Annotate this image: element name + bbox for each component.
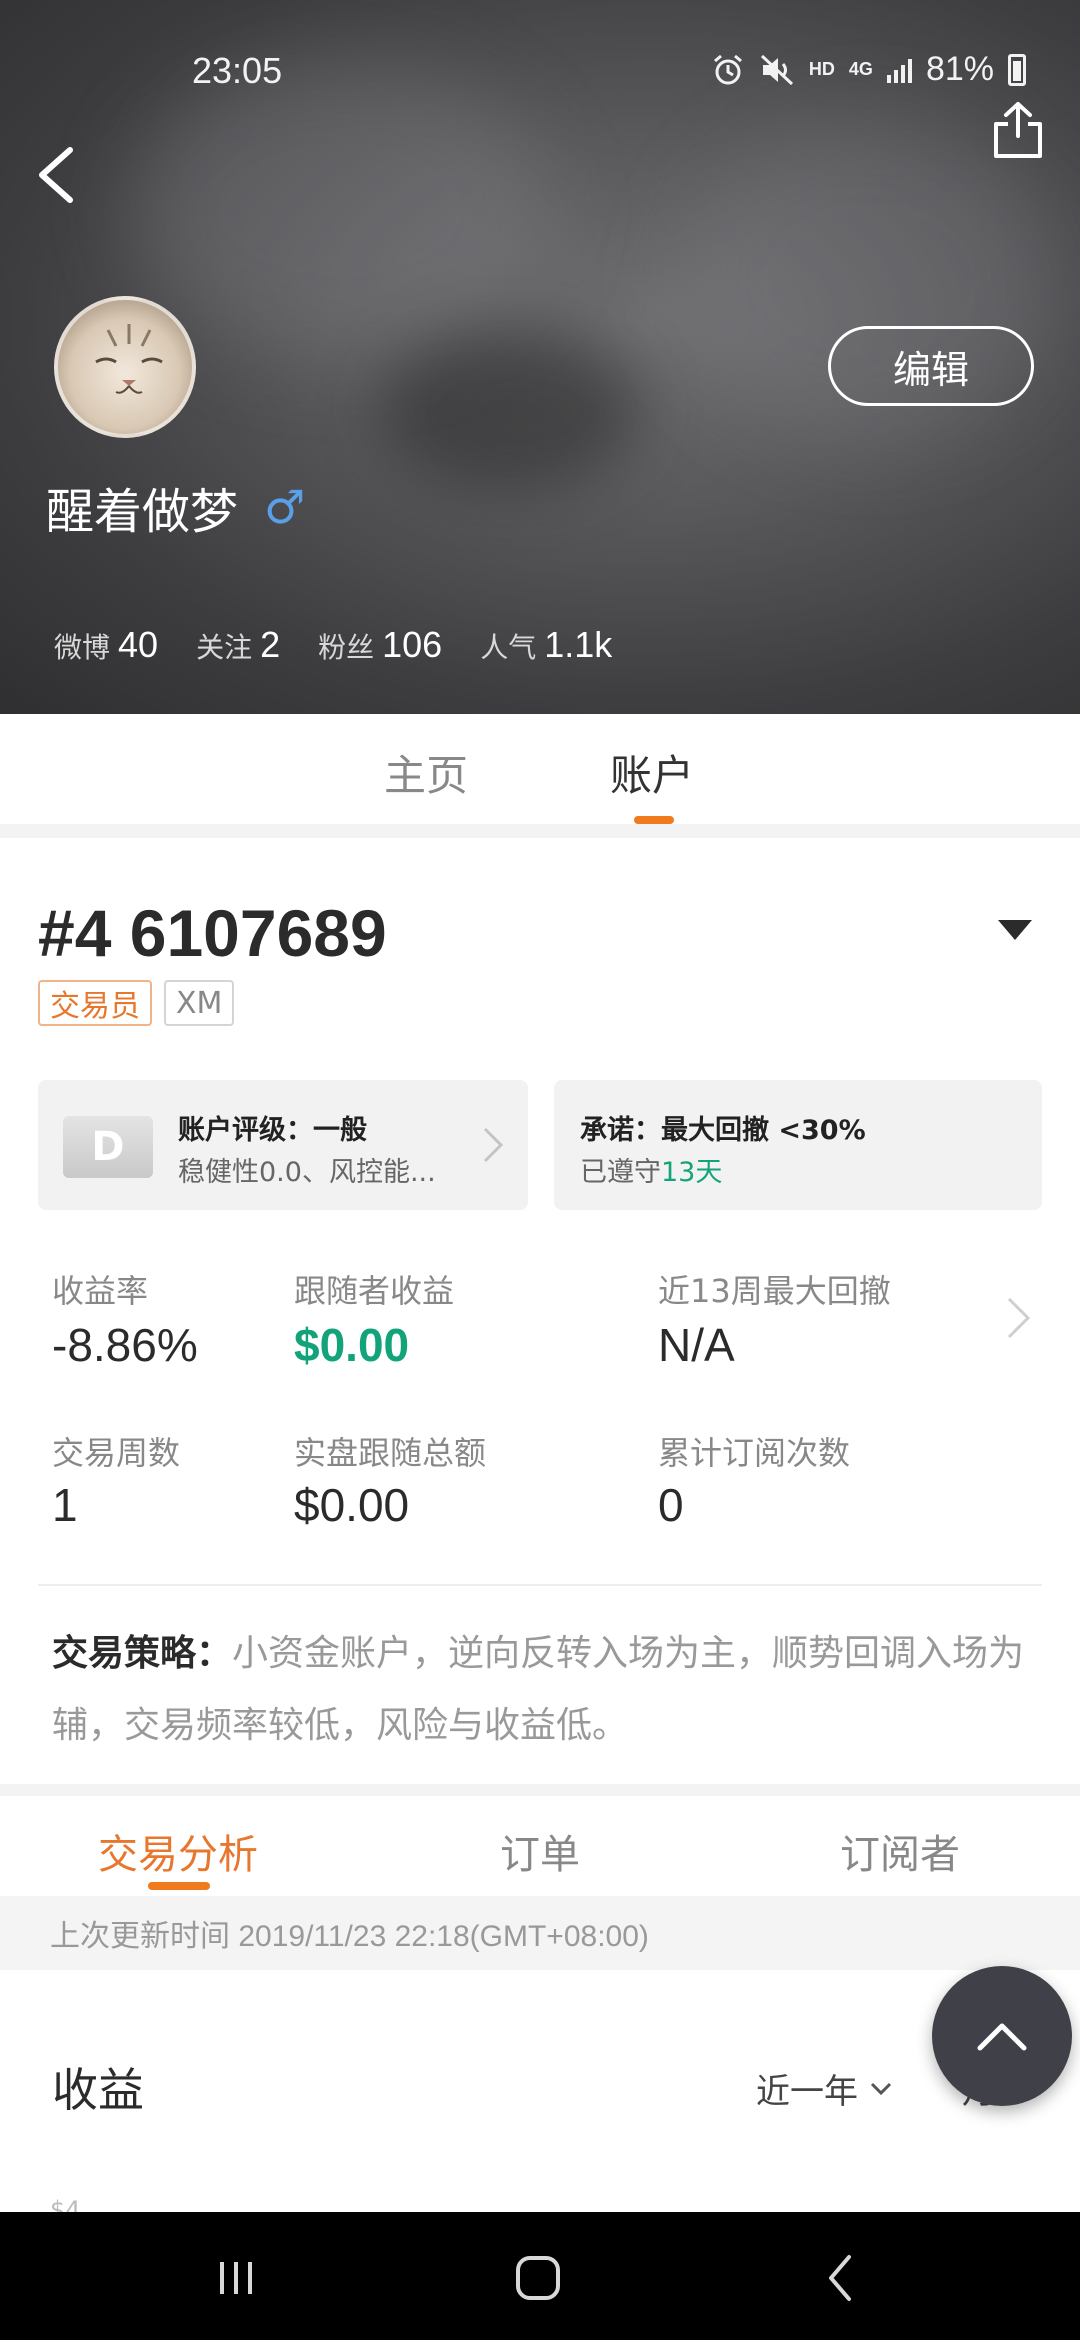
stat-weibo[interactable]: 微博 40 <box>54 624 158 666</box>
promise-card: 承诺：最大回撤 <30% 已遵守13天 <box>554 1080 1042 1210</box>
account-rating-card[interactable]: D 账户评级：一般 稳健性0.0、风控能... <box>38 1080 528 1210</box>
cat-face-image <box>95 324 163 394</box>
battery-percent: 81% <box>925 50 994 88</box>
share-icon[interactable] <box>990 100 1046 162</box>
main-tab-bar: 主页 账户 <box>0 714 1080 824</box>
avatar[interactable] <box>54 296 196 438</box>
metric-return-rate: -8.86% <box>52 1319 198 1371</box>
recent-apps-icon <box>220 2262 252 2294</box>
metric-follow-total: $0.00 <box>294 1479 410 1531</box>
alarm-icon <box>713 54 742 84</box>
metric-label: 实盘跟随总额 <box>294 1434 487 1472</box>
stat-following[interactable]: 关注 2 <box>196 624 280 666</box>
stat-value: 1.1k <box>544 624 613 665</box>
status-time: 23:05 <box>192 50 283 91</box>
tab-subscribers[interactable]: 订阅者 <box>840 1822 960 1880</box>
back-icon <box>829 2255 851 2301</box>
promise-kept-days: 13天 <box>661 1157 723 1188</box>
strategy-text: 交易策略：小资金账户，逆向反转入场为主，顺势回调入场为辅，交易频率较低，风险与收… <box>52 1618 1032 1762</box>
stat-value: 40 <box>118 624 159 665</box>
rating-subtitle: 稳健性0.0、风控能... <box>178 1157 436 1188</box>
stat-label: 粉丝 <box>318 631 375 664</box>
network-indicator: 4G <box>848 59 873 79</box>
mute-icon <box>760 54 793 85</box>
stat-popularity: 人气 1.1k <box>480 624 612 666</box>
home-button[interactable] <box>508 2248 568 2308</box>
broker-tag: XM <box>164 980 235 1026</box>
section-divider <box>0 1784 1080 1796</box>
trader-tag: 交易员 <box>38 980 152 1026</box>
system-navigation-bar <box>0 2212 1080 2340</box>
promise-kept-label: 已遵守 <box>580 1157 661 1188</box>
tab-trade-analysis[interactable]: 交易分析 <box>98 1822 258 1880</box>
metric-label: 近13周最大回撤 <box>658 1272 891 1310</box>
metric-label: 交易周数 <box>52 1434 181 1472</box>
chevron-up-icon <box>977 2023 1027 2051</box>
username-row: 醒着做梦 ♂ <box>46 472 305 542</box>
period-filter-label: 近一年 <box>756 2072 858 2112</box>
tab-account[interactable]: 账户 <box>610 742 694 803</box>
back-arrow-icon[interactable] <box>28 140 88 210</box>
chevron-down-icon <box>870 2082 892 2095</box>
edit-profile-button[interactable]: 编辑 <box>828 326 1034 406</box>
signal-icon <box>886 57 912 83</box>
metric-label: 收益率 <box>52 1272 149 1310</box>
status-icons: HD 4G 81% <box>711 50 1026 89</box>
section-divider <box>0 824 1080 838</box>
account-number: #4 6107689 <box>38 896 387 970</box>
grade-badge: D <box>63 1116 153 1178</box>
recent-apps-button[interactable] <box>206 2248 266 2308</box>
metric-trading-weeks: 1 <box>52 1479 78 1531</box>
stat-fans[interactable]: 粉丝 106 <box>318 624 442 666</box>
profit-section-title: 收益 <box>52 2063 144 2117</box>
stat-label: 关注 <box>196 631 253 664</box>
stat-value: 106 <box>382 624 443 665</box>
stat-label: 人气 <box>480 631 537 664</box>
metric-follower-profit: $0.00 <box>294 1319 410 1371</box>
stat-value: 2 <box>260 624 281 665</box>
background-blur <box>380 330 640 490</box>
metric-max-drawdown: N/A <box>658 1319 735 1371</box>
status-bar: 23:05 HD 4G 81% <box>0 0 1080 150</box>
chevron-right-icon <box>483 1127 504 1163</box>
promise-title: 承诺：最大回撤 <30% <box>580 1115 866 1146</box>
profile-stats: 微博 40 关注 2 粉丝 106 人气 1.1k <box>54 624 612 666</box>
tab-home[interactable]: 主页 <box>384 742 468 803</box>
account-dropdown-icon[interactable] <box>998 920 1032 940</box>
back-button[interactable] <box>810 2248 870 2308</box>
battery-icon <box>1008 53 1026 86</box>
tab-orders[interactable]: 订单 <box>500 1822 580 1880</box>
hd-indicator: HD <box>808 59 835 79</box>
gender-male-icon: ♂ <box>264 480 306 534</box>
divider <box>38 1584 1042 1586</box>
tab-active-indicator <box>634 816 674 824</box>
metric-label: 跟随者收益 <box>294 1272 455 1310</box>
promise-status: 已遵守13天 <box>580 1150 722 1189</box>
stat-label: 微博 <box>54 631 111 664</box>
metric-subscription-count: 0 <box>658 1479 684 1531</box>
username: 醒着做梦 <box>46 484 239 540</box>
chevron-right-icon[interactable] <box>1006 1296 1032 1340</box>
tab-active-indicator <box>148 1882 210 1890</box>
last-update-bar: 上次更新时间 2019/11/23 22:18(GMT+08:00) <box>0 1896 1080 1970</box>
strategy-label: 交易策略： <box>52 1633 233 1674</box>
rating-title: 账户评级：一般 <box>178 1115 367 1146</box>
metric-label: 累计订阅次数 <box>658 1434 851 1472</box>
scroll-to-top-button[interactable] <box>932 1966 1072 2106</box>
profile-header: 23:05 HD 4G 81% 编辑 醒着做梦 ♂ 微博 40 关注 2 粉丝 … <box>0 0 1080 714</box>
period-filter[interactable]: 近一年 <box>756 2064 892 2113</box>
home-icon <box>516 2256 560 2300</box>
